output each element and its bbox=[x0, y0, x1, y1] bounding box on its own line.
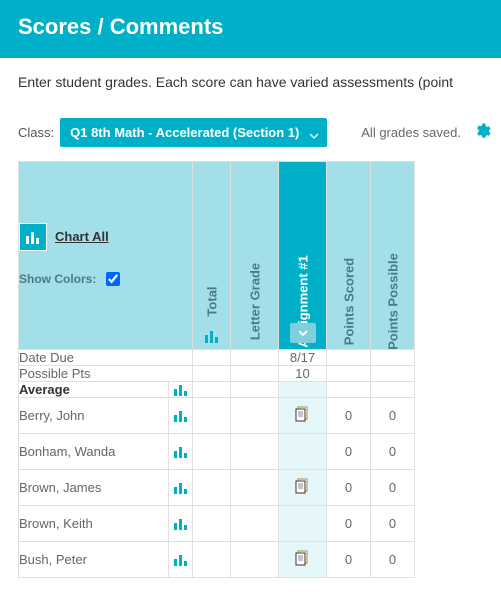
student-row: Berry, John 00 bbox=[19, 398, 415, 434]
comment-icon[interactable] bbox=[295, 406, 311, 422]
student-row: Brown, Keith 00 bbox=[19, 506, 415, 542]
student-name: Bonham, Wanda bbox=[19, 434, 169, 470]
grades-table: Chart All Show Colors: Total Letter Grad… bbox=[18, 161, 415, 578]
chevron-down-icon bbox=[309, 128, 319, 143]
points-possible-cell: 0 bbox=[371, 470, 415, 506]
bar-chart-icon[interactable] bbox=[169, 554, 192, 566]
show-colors-label: Show Colors: bbox=[19, 272, 96, 286]
points-scored-cell: 0 bbox=[327, 506, 371, 542]
col-header-points-scored[interactable]: Points Scored bbox=[327, 162, 371, 350]
student-name: Brown, James bbox=[19, 470, 169, 506]
assignment-cell[interactable] bbox=[279, 470, 327, 506]
class-select[interactable]: Q1 8th Math - Accelerated (Section 1) bbox=[60, 118, 327, 147]
col-header-letter-grade[interactable]: Letter Grade bbox=[231, 162, 279, 350]
points-scored-cell: 0 bbox=[327, 470, 371, 506]
assignment-cell[interactable] bbox=[279, 542, 327, 578]
saved-status: All grades saved. bbox=[361, 125, 461, 140]
assignment-cell[interactable] bbox=[279, 434, 327, 470]
col-header-total[interactable]: Total bbox=[193, 162, 231, 350]
corner-cell: Chart All Show Colors: bbox=[19, 162, 193, 350]
points-possible-cell: 0 bbox=[371, 434, 415, 470]
bar-chart-icon[interactable] bbox=[169, 410, 192, 422]
student-name: Bush, Peter bbox=[19, 542, 169, 578]
toolbar: Class: Q1 8th Math - Accelerated (Sectio… bbox=[0, 90, 501, 155]
points-scored-cell: 0 bbox=[327, 542, 371, 578]
possible-pts-label: Possible Pts bbox=[19, 366, 193, 382]
points-scored-cell: 0 bbox=[327, 434, 371, 470]
points-possible-cell: 0 bbox=[371, 506, 415, 542]
student-row: Brown, James 00 bbox=[19, 470, 415, 506]
comment-icon[interactable] bbox=[295, 478, 311, 494]
student-row: Bush, Peter 00 bbox=[19, 542, 415, 578]
bar-chart-icon[interactable] bbox=[169, 518, 192, 530]
page-title: Scores / Comments bbox=[18, 14, 483, 40]
show-colors-checkbox[interactable] bbox=[106, 272, 120, 286]
assignment-cell[interactable] bbox=[279, 398, 327, 434]
bar-chart-icon[interactable] bbox=[169, 446, 192, 458]
student-row: Bonham, Wanda 00 bbox=[19, 434, 415, 470]
points-possible-cell: 0 bbox=[371, 542, 415, 578]
class-label: Class: bbox=[18, 125, 54, 140]
possible-pts-value: 10 bbox=[279, 366, 327, 382]
average-label: Average bbox=[19, 382, 169, 398]
points-possible-cell: 0 bbox=[371, 398, 415, 434]
chart-all-button[interactable] bbox=[19, 223, 47, 251]
col-header-points-possible[interactable]: Points Possible bbox=[371, 162, 415, 350]
expand-column-button[interactable] bbox=[290, 323, 316, 343]
col-header-assignment[interactable]: Assignment #1 bbox=[279, 162, 327, 350]
bar-chart-icon[interactable] bbox=[169, 384, 192, 396]
student-name: Berry, John bbox=[19, 398, 169, 434]
comment-icon[interactable] bbox=[295, 550, 311, 566]
bar-chart-icon[interactable] bbox=[204, 329, 220, 343]
gear-icon[interactable] bbox=[473, 122, 491, 143]
date-due-value: 8/17 bbox=[279, 350, 327, 366]
chart-all-link[interactable]: Chart All bbox=[55, 229, 109, 244]
date-due-label: Date Due bbox=[19, 350, 193, 366]
student-name: Brown, Keith bbox=[19, 506, 169, 542]
chevron-down-icon bbox=[298, 330, 308, 337]
row-average: Average bbox=[19, 382, 415, 398]
assignment-cell[interactable] bbox=[279, 506, 327, 542]
page-header: Scores / Comments bbox=[0, 0, 501, 58]
points-scored-cell: 0 bbox=[327, 398, 371, 434]
row-date-due: Date Due 8/17 bbox=[19, 350, 415, 366]
instruction-text: Enter student grades. Each score can hav… bbox=[0, 58, 501, 90]
row-possible-pts: Possible Pts 10 bbox=[19, 366, 415, 382]
bar-chart-icon[interactable] bbox=[169, 482, 192, 494]
class-select-value: Q1 8th Math - Accelerated (Section 1) bbox=[70, 125, 299, 140]
